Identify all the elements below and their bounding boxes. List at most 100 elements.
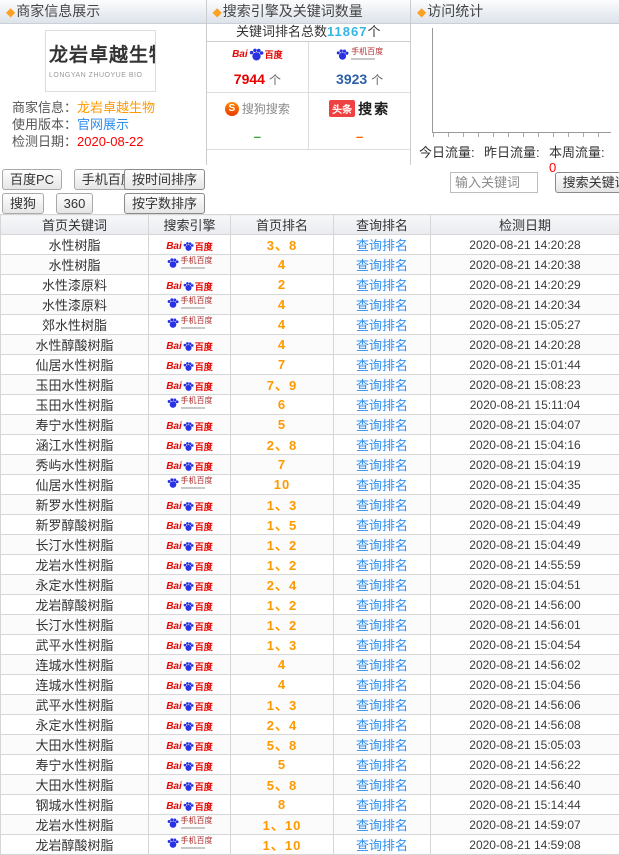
sort-by-time-button[interactable]: 按时间排序 xyxy=(124,169,205,190)
keyword-cell: 永定水性树脂 xyxy=(1,715,149,735)
engine-cell: Bai 百度 xyxy=(149,455,231,475)
home-rank-cell: 1、3 xyxy=(231,495,334,515)
engine-grid: Bai 百度 手机百度 7944 个 3923 xyxy=(207,42,411,150)
engine-cell: Bai 百度 xyxy=(149,335,231,355)
baidu-cn-text: 百度 xyxy=(195,500,213,513)
query-rank-cell: 查询排名 xyxy=(334,695,431,715)
query-rank-link[interactable]: 查询排名 xyxy=(356,578,408,593)
baidu-pc-count-cell: 7944 个 xyxy=(207,66,309,93)
query-rank-link[interactable]: 查询排名 xyxy=(356,438,408,453)
check-date-cell: 2020-08-21 14:59:07 xyxy=(431,815,619,835)
keyword-cell: 水性漆原料 xyxy=(1,295,149,315)
toutiao-text: 搜索 xyxy=(358,99,390,119)
check-date-cell: 2020-08-21 14:56:40 xyxy=(431,775,619,795)
query-rank-cell: 查询排名 xyxy=(334,295,431,315)
check-date-cell: 2020-08-21 15:05:03 xyxy=(431,735,619,755)
query-rank-link[interactable]: 查询排名 xyxy=(356,358,408,373)
query-rank-link[interactable]: 查询排名 xyxy=(356,518,408,533)
baidu-mobile-text: 手机百度 xyxy=(181,397,213,409)
query-rank-link[interactable]: 查询排名 xyxy=(356,378,408,393)
keyword-cell: 水性醇酸树脂 xyxy=(1,335,149,355)
filter-360-button[interactable]: 360 xyxy=(56,193,94,214)
baidu-mobile-count-unit: 个 xyxy=(371,71,383,88)
query-rank-link[interactable]: 查询排名 xyxy=(356,838,408,853)
query-rank-link[interactable]: 查询排名 xyxy=(356,718,408,733)
keyword-search-group: 搜索关键词 xyxy=(450,172,619,193)
query-rank-link[interactable]: 查询排名 xyxy=(356,558,408,573)
query-rank-link[interactable]: 查询排名 xyxy=(356,778,408,793)
baidu-pc-logo: Bai 百度 xyxy=(166,500,213,513)
baidu-pc-logo: Bai 百度 xyxy=(166,380,213,393)
query-rank-link[interactable]: 查询排名 xyxy=(356,418,408,433)
search-keyword-button[interactable]: 搜索关键词 xyxy=(555,172,619,193)
query-rank-link[interactable]: 查询排名 xyxy=(356,758,408,773)
query-rank-cell: 查询排名 xyxy=(334,495,431,515)
query-rank-link[interactable]: 查询排名 xyxy=(356,278,408,293)
query-rank-link[interactable]: 查询排名 xyxy=(356,238,408,253)
query-rank-link[interactable]: 查询排名 xyxy=(356,598,408,613)
check-date-cell: 2020-08-21 15:04:07 xyxy=(431,415,619,435)
baidu-mobile-count: 3923 xyxy=(336,71,367,87)
query-rank-link[interactable]: 查询排名 xyxy=(356,498,408,513)
filter-baidu-pc-button[interactable]: 百度PC xyxy=(2,169,62,190)
baidu-paw-icon xyxy=(183,281,194,292)
engine-filter-row-2: 搜狗 360 xyxy=(2,193,101,214)
sogou-text: 搜狗搜索 xyxy=(242,100,290,117)
stats-panel: ◆访问统计 今日流量: 昨日流量: 本周流量:0 xyxy=(411,0,619,165)
query-rank-link[interactable]: 查询排名 xyxy=(356,318,408,333)
home-rank-cell: 7、9 xyxy=(231,375,334,395)
engine-cell: Bai 百度 xyxy=(149,355,231,375)
query-rank-cell: 查询排名 xyxy=(334,835,431,855)
query-rank-link[interactable]: 查询排名 xyxy=(356,658,408,673)
home-rank-cell: 5、8 xyxy=(231,735,334,755)
sogou-icon: S xyxy=(225,102,239,116)
baidu-mobile-text: 手机百度 xyxy=(181,837,213,849)
query-rank-link[interactable]: 查询排名 xyxy=(356,258,408,273)
baidu-text: Bai xyxy=(166,561,182,572)
query-rank-link[interactable]: 查询排名 xyxy=(356,618,408,633)
query-rank-link[interactable]: 查询排名 xyxy=(356,738,408,753)
engine-cell: Bai 百度 xyxy=(149,515,231,535)
query-rank-link[interactable]: 查询排名 xyxy=(356,478,408,493)
keyword-cell: 郊水性树脂 xyxy=(1,315,149,335)
baidu-pc-logo: Bai 百度 xyxy=(166,340,213,353)
query-rank-cell: 查询排名 xyxy=(334,775,431,795)
query-rank-link[interactable]: 查询排名 xyxy=(356,818,408,833)
query-rank-link[interactable]: 查询排名 xyxy=(356,638,408,653)
check-date-cell: 2020-08-21 14:55:59 xyxy=(431,555,619,575)
query-rank-cell: 查询排名 xyxy=(334,355,431,375)
baidu-paw-icon xyxy=(183,701,194,712)
baidu-paw-icon xyxy=(183,641,194,652)
baidu-mobile-text: 手机百度 xyxy=(181,317,213,329)
query-rank-link[interactable]: 查询排名 xyxy=(356,698,408,713)
version-value-link[interactable]: 官网展示 xyxy=(77,117,129,132)
keyword-search-input[interactable] xyxy=(450,172,538,193)
query-rank-link[interactable]: 查询排名 xyxy=(356,678,408,693)
query-rank-cell: 查询排名 xyxy=(334,435,431,455)
query-rank-link[interactable]: 查询排名 xyxy=(356,798,408,813)
check-date-cell: 2020-08-21 15:04:51 xyxy=(431,575,619,595)
query-rank-link[interactable]: 查询排名 xyxy=(356,298,408,313)
toutiao-count: – xyxy=(356,129,363,144)
baidu-paw-icon xyxy=(167,397,179,409)
home-rank-cell: 7 xyxy=(231,355,334,375)
baidu-cn-text: 百度 xyxy=(195,800,213,813)
header-keyword: 首页关键词 xyxy=(1,215,149,235)
baidu-paw-icon xyxy=(183,441,194,452)
baidu-text: Bai xyxy=(166,681,182,692)
query-rank-link[interactable]: 查询排名 xyxy=(356,538,408,553)
query-rank-cell: 查询排名 xyxy=(334,475,431,495)
query-rank-link[interactable]: 查询排名 xyxy=(356,458,408,473)
filter-sogou-button[interactable]: 搜狗 xyxy=(2,193,44,214)
engine-cell: Bai 百度 xyxy=(149,435,231,455)
query-rank-link[interactable]: 查询排名 xyxy=(356,338,408,353)
sort-by-length-button[interactable]: 按字数排序 xyxy=(124,193,205,214)
merchant-name-value: 龙岩卓越生物 xyxy=(77,100,155,115)
baidu-paw-icon xyxy=(183,661,194,672)
baidu-mobile-tagline-placeholder xyxy=(181,487,205,489)
engine-cell: 手机百度 xyxy=(149,255,231,275)
baidu-cn-text: 百度 xyxy=(195,560,213,573)
query-rank-link[interactable]: 查询排名 xyxy=(356,398,408,413)
keyword-cell: 永定水性树脂 xyxy=(1,575,149,595)
engine-cell: 手机百度 xyxy=(149,395,231,415)
